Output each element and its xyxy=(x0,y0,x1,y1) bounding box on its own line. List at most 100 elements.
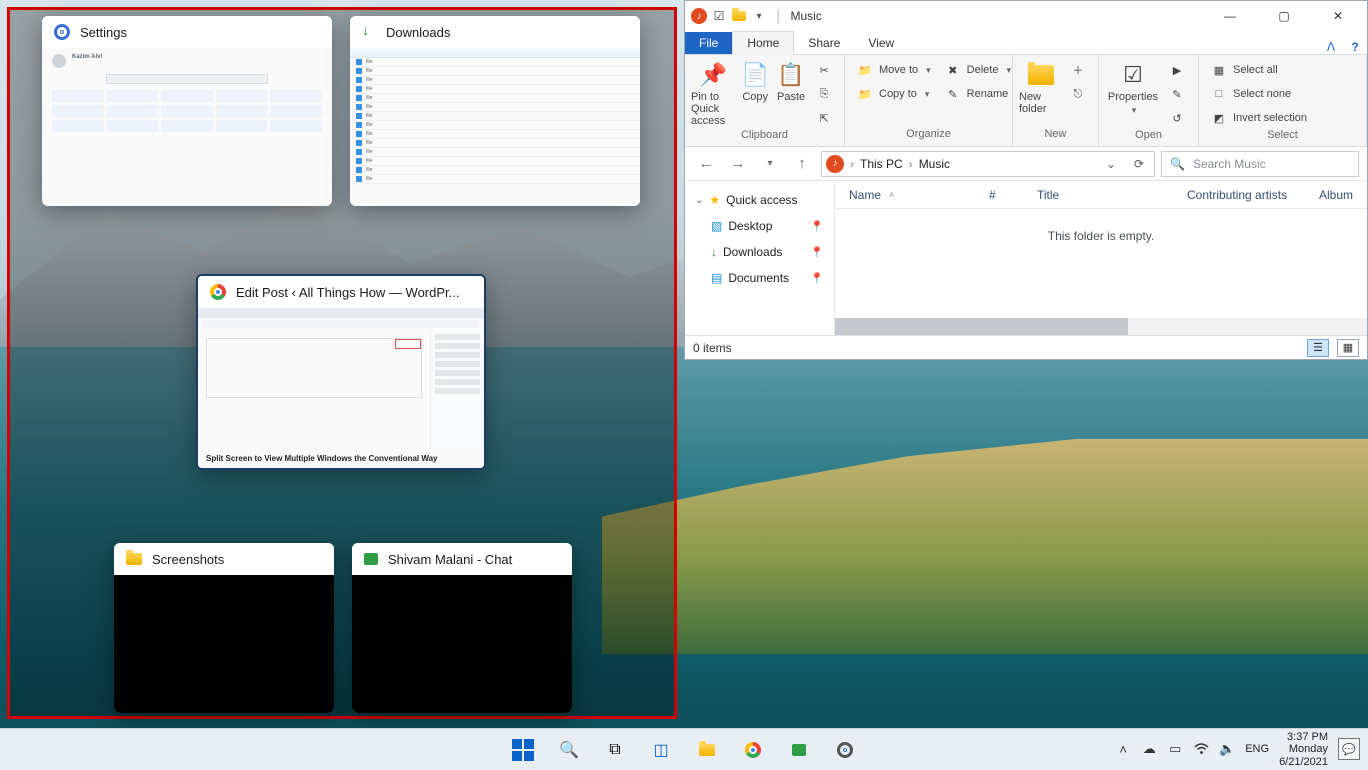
tray-wifi-icon[interactable] xyxy=(1193,741,1209,757)
tray-volume-icon[interactable]: 🔈 xyxy=(1219,741,1235,757)
tab-home[interactable]: Home xyxy=(732,31,794,55)
paste-button[interactable]: 📋 Paste xyxy=(774,59,808,103)
move-to-button[interactable]: 📁Move to▾ xyxy=(851,59,937,81)
new-item-button[interactable]: ＋ xyxy=(1064,59,1092,81)
snap-thumb-downloads[interactable]: Downloads filefile filefile filefile fil… xyxy=(350,16,640,206)
tray-battery-icon[interactable]: ▭ xyxy=(1167,741,1183,757)
horizontal-scrollbar[interactable] xyxy=(835,318,1367,335)
gear-icon xyxy=(54,24,70,40)
edit-button[interactable]: ✎ xyxy=(1163,83,1191,105)
snap-thumb-settings[interactable]: Settings Kazim Alvi xyxy=(42,16,332,206)
tray-overflow-icon[interactable]: ˄ xyxy=(1115,741,1131,757)
history-button[interactable]: ↺ xyxy=(1163,107,1191,129)
paste-shortcut-button[interactable]: ⇱ xyxy=(810,107,838,129)
search-input[interactable]: 🔍 Search Music xyxy=(1161,151,1359,177)
easy-access-button[interactable]: ⎋ xyxy=(1064,83,1092,105)
open-button[interactable]: ▶ xyxy=(1163,59,1191,81)
col-album[interactable]: Album xyxy=(1305,188,1367,202)
new-folder-button[interactable]: New folder xyxy=(1019,59,1062,115)
snap-thumb-chat[interactable]: Shivam Malani - Chat xyxy=(352,543,572,713)
invert-icon: ◩ xyxy=(1211,110,1227,126)
snap-thumb-chrome[interactable]: Edit Post ‹ All Things How — WordPr... S… xyxy=(196,274,486,470)
shortcut-icon: ⇱ xyxy=(816,110,832,126)
navpane-desktop[interactable]: ▧ Desktop📍 xyxy=(689,213,830,239)
thumb-preview: Split Screen to View Multiple Windows th… xyxy=(198,308,484,468)
properties-icon: ☑ xyxy=(1118,61,1148,89)
copy-path-button[interactable]: ⎘ xyxy=(810,83,838,105)
refresh-button[interactable]: ⟳ xyxy=(1128,157,1150,171)
help-icon[interactable]: ? xyxy=(1343,40,1367,54)
documents-icon: ▤ xyxy=(711,271,722,285)
rename-button[interactable]: ✎Rename xyxy=(939,83,1017,105)
col-contrib[interactable]: Contributing artists xyxy=(1173,188,1305,202)
pin-icon: 📌 xyxy=(699,61,729,89)
breadcrumb-leaf[interactable]: Music xyxy=(919,157,950,171)
widgets-button[interactable]: ◫ xyxy=(642,731,680,769)
navpane-quick-access[interactable]: ⌄ ★ Quick access xyxy=(689,187,830,213)
select-none-icon: □ xyxy=(1211,86,1227,102)
breadcrumb-dropdown-icon[interactable]: ⌄ xyxy=(1100,157,1122,171)
properties-button[interactable]: ☑ Properties▾ xyxy=(1105,59,1161,116)
taskbar-search-button[interactable]: 🔍 xyxy=(550,731,588,769)
tray-language[interactable]: ENG xyxy=(1245,743,1269,755)
copyto-icon: 📁 xyxy=(857,86,873,102)
navigation-pane[interactable]: ⌄ ★ Quick access ▧ Desktop📍 ↓ Downloads📍… xyxy=(685,181,835,335)
invert-selection-button[interactable]: ◩Invert selection xyxy=(1205,107,1313,129)
thumb-preview xyxy=(352,575,572,713)
close-button[interactable]: ✕ xyxy=(1315,1,1361,31)
tray-onedrive-icon[interactable]: ☁ xyxy=(1141,741,1157,757)
view-large-icons-button[interactable]: ▦ xyxy=(1337,339,1359,357)
column-headers[interactable]: Name˄ # Title Contributing artists Album xyxy=(835,181,1367,209)
status-item-count: 0 items xyxy=(693,341,732,355)
qat-properties-icon[interactable]: ☑ xyxy=(711,8,727,24)
nav-back-button[interactable]: ← xyxy=(693,151,719,177)
nav-up-button[interactable]: ↑ xyxy=(789,151,815,177)
ribbon: 📌 Pin to Quick access 📄 Copy 📋 Paste ✂ ⎘ xyxy=(685,55,1367,147)
star-icon: ★ xyxy=(709,193,720,207)
cut-button[interactable]: ✂ xyxy=(810,59,838,81)
start-button[interactable] xyxy=(504,731,542,769)
navpane-downloads[interactable]: ↓ Downloads📍 xyxy=(689,239,830,265)
select-all-button[interactable]: ▦Select all xyxy=(1205,59,1313,81)
taskbar-chat[interactable] xyxy=(780,731,818,769)
titlebar[interactable]: ♪ ☑ ▾ │ Music — ▢ ✕ xyxy=(685,1,1367,31)
nav-forward-button[interactable]: → xyxy=(725,151,751,177)
tab-file[interactable]: File xyxy=(685,32,732,54)
maximize-button[interactable]: ▢ xyxy=(1261,1,1307,31)
pin-quick-access-button[interactable]: 📌 Pin to Quick access xyxy=(691,59,736,127)
taskbar-chrome[interactable] xyxy=(734,731,772,769)
notification-center-button[interactable]: 💬 xyxy=(1338,738,1360,760)
taskview-button[interactable]: ⧉ xyxy=(596,731,634,769)
download-icon: ↓ xyxy=(711,245,717,259)
breadcrumb[interactable]: ♪ › This PC › Music ⌄ ⟳ xyxy=(821,151,1155,177)
col-number[interactable]: # xyxy=(975,188,1023,202)
view-details-button[interactable]: ☰ xyxy=(1307,339,1329,357)
copy-to-button[interactable]: 📁Copy to▾ xyxy=(851,83,937,105)
minimize-button[interactable]: — xyxy=(1207,1,1253,31)
select-none-button[interactable]: □Select none xyxy=(1205,83,1313,105)
search-icon: 🔍 xyxy=(1170,157,1185,171)
ribbon-collapse-icon[interactable]: ᐱ xyxy=(1319,40,1343,54)
taskbar-explorer[interactable] xyxy=(688,731,726,769)
col-title[interactable]: Title xyxy=(1023,188,1173,202)
taskbar-clock[interactable]: 3:37 PM Monday 6/21/2021 xyxy=(1279,731,1328,769)
tab-view[interactable]: View xyxy=(854,32,908,54)
thumb-preview: Kazim Alvi xyxy=(42,48,332,206)
col-name[interactable]: Name˄ xyxy=(835,188,975,202)
tab-share[interactable]: Share xyxy=(794,32,854,54)
qat-folder-icon[interactable] xyxy=(731,8,747,24)
scissors-icon: ✂ xyxy=(816,62,832,78)
nav-recent-button[interactable]: ▾ xyxy=(757,151,783,177)
delete-button[interactable]: ✖Delete▾ xyxy=(939,59,1017,81)
snap-thumb-screenshots[interactable]: Screenshots xyxy=(114,543,334,713)
download-icon xyxy=(362,25,376,39)
navpane-documents[interactable]: ▤ Documents📍 xyxy=(689,265,830,291)
pin-icon: 📍 xyxy=(810,246,830,259)
copy-button[interactable]: 📄 Copy xyxy=(738,59,772,103)
taskbar-settings[interactable] xyxy=(826,731,864,769)
breadcrumb-root[interactable]: This PC xyxy=(860,157,903,171)
group-label: Select xyxy=(1205,129,1360,146)
qat-dropdown-icon[interactable]: ▾ xyxy=(751,8,767,24)
moveto-icon: 📁 xyxy=(857,62,873,78)
music-icon: ♪ xyxy=(826,155,844,173)
